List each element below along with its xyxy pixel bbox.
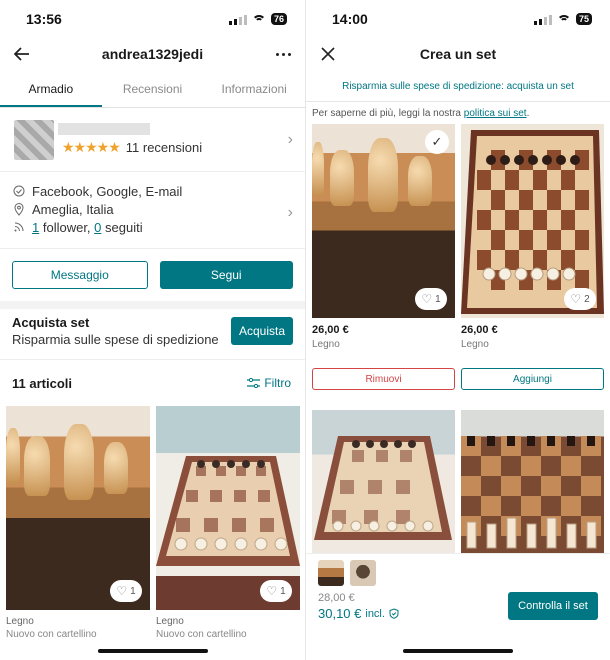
following-label: seguiti — [101, 219, 143, 235]
heart-icon: ♡ — [266, 584, 278, 598]
item-brand: Legno — [6, 616, 34, 627]
follow-button[interactable]: Segui — [159, 261, 293, 289]
total-price: 30,10 € — [318, 606, 362, 621]
remove-button[interactable]: Rimuovi — [312, 368, 455, 390]
page-title: Crea un set — [419, 46, 497, 62]
filter-label: Filtro — [264, 376, 291, 390]
item-condition: Nuovo con cartellino — [6, 629, 97, 637]
verified-accounts: Facebook, Google, E-mail — [32, 183, 183, 199]
location-text: Ameglia, Italia — [32, 201, 114, 217]
bundle-item-card[interactable] — [461, 410, 604, 558]
item-brand: Legno — [461, 339, 489, 350]
item-price: 26,00 € — [312, 324, 349, 336]
favourite-button[interactable]: ♡ 1 — [260, 580, 292, 602]
followers-link[interactable]: 1 — [32, 220, 39, 235]
bundle-item-card[interactable] — [312, 410, 455, 558]
item-price: 26,00 € — [461, 324, 498, 336]
item-photo[interactable]: ♡ 1 — [6, 406, 150, 610]
review-bundle-button[interactable]: Controlla il set — [508, 592, 598, 620]
avatar — [14, 119, 54, 160]
bundle-header: Crea un set — [306, 38, 610, 70]
item-photo[interactable]: ✓ ♡ 1 — [312, 124, 455, 318]
home-indicator — [403, 649, 513, 653]
status-time: 13:56 — [26, 11, 62, 27]
message-button[interactable]: Messaggio — [12, 261, 148, 289]
promo-banner: Risparmia sulle spese di spedizione: acq… — [306, 72, 610, 102]
bundle-policy-link[interactable]: politica sui set — [464, 108, 527, 119]
close-icon[interactable] — [316, 42, 340, 66]
selected-item-thumbnail — [350, 560, 376, 586]
location-pin-icon — [12, 202, 26, 216]
signal-icon — [228, 14, 247, 25]
create-bundle-screen: 14:00 75 Crea un set Risparmia sulle spe… — [305, 0, 610, 660]
bundle-items-grid: ✓ ♡ 1 26,00 € Legno Rimuovi ♡ 2 26,00 € … — [306, 124, 610, 558]
item-card[interactable]: ♡ 1 Legno Nuovo con cartellino — [6, 406, 150, 637]
heart-icon: ♡ — [570, 292, 582, 306]
bundle-banner: Acquista set Risparmia sulle spese di sp… — [0, 309, 305, 360]
tab-informazioni[interactable]: Informazioni — [203, 72, 305, 107]
filter-button[interactable]: Filtro — [247, 376, 291, 390]
back-arrow-icon[interactable] — [10, 42, 34, 66]
status-time: 14:00 — [332, 11, 368, 27]
item-photo[interactable] — [312, 410, 455, 558]
battery-icon: 76 — [270, 13, 287, 25]
wifi-icon — [556, 14, 571, 25]
profile-details[interactable]: Facebook, Google, E-mail Ameglia, Italia… — [0, 172, 305, 249]
battery-icon: 75 — [575, 13, 592, 25]
item-brand: Legno — [312, 339, 340, 350]
item-card[interactable]: ♡ 1 Legno Nuovo con cartellino — [156, 406, 300, 637]
following-link[interactable]: 0 — [94, 220, 101, 235]
more-icon[interactable] — [271, 42, 295, 66]
item-photo[interactable]: ♡ 1 — [156, 406, 300, 610]
add-button[interactable]: Aggiungi — [461, 368, 604, 390]
item-photo[interactable] — [461, 410, 604, 558]
check-circle-icon — [12, 185, 26, 197]
favourite-button[interactable]: ♡ 1 — [415, 288, 447, 310]
info-text: Per saperne di più, leggi la nostra poli… — [312, 108, 530, 119]
tab-recensioni[interactable]: Recensioni — [102, 72, 204, 107]
status-bar: 13:56 76 — [0, 0, 305, 38]
chevron-right-icon: › — [287, 204, 293, 221]
buy-bundle-button[interactable]: Acquista — [231, 317, 293, 345]
chevron-right-icon: › — [287, 130, 293, 148]
shield-icon — [389, 608, 399, 619]
profile-header: andrea1329jedi — [0, 38, 305, 70]
favourite-button[interactable]: ♡ 2 — [564, 288, 596, 310]
bundle-title: Acquista set — [12, 315, 90, 330]
item-condition: Nuovo con cartellino — [156, 629, 247, 637]
bundle-footer: 28,00 € 30,10 € incl. Controlla il set — [306, 553, 610, 633]
heart-icon: ♡ — [116, 584, 128, 598]
incl-label: incl. — [365, 607, 385, 620]
status-bar: 14:00 75 — [306, 0, 610, 38]
home-indicator — [97, 649, 208, 653]
favourite-button[interactable]: ♡ 1 — [110, 580, 142, 602]
tab-armadio[interactable]: Armadio — [0, 72, 102, 107]
profile-tabs: Armadio Recensioni Informazioni — [0, 72, 305, 108]
followers-label: follower, — [39, 219, 95, 235]
page-title: andrea1329jedi — [101, 46, 204, 62]
reviews-count: 11 recensioni — [125, 140, 203, 155]
item-brand: Legno — [156, 616, 184, 627]
selected-item-thumbnail — [318, 560, 344, 586]
heart-icon: ♡ — [421, 292, 433, 306]
signal-icon — [533, 14, 552, 25]
item-photo[interactable]: ♡ 2 — [461, 124, 604, 318]
bundle-subtitle: Risparmia sulle spese di spedizione — [12, 332, 219, 347]
wifi-icon — [251, 14, 266, 25]
bundle-item-card[interactable]: ✓ ♡ 1 26,00 € Legno Rimuovi — [312, 124, 455, 404]
rating-stars: ★★★★★ — [62, 139, 121, 155]
articles-count: 11 articoli — [12, 375, 72, 391]
bundle-item-card[interactable]: ♡ 2 26,00 € Legno Aggiungi — [461, 124, 604, 404]
profile-summary[interactable]: ★★★★★ 11 recensioni › — [0, 108, 305, 172]
selected-check-icon: ✓ — [425, 130, 449, 154]
rss-icon — [12, 221, 26, 233]
items-grid: ♡ 1 Legno Nuovo con cartellino ♡ 1 Legno… — [0, 406, 305, 637]
blurred-username — [58, 123, 150, 135]
filter-icon — [247, 378, 261, 388]
profile-screen: 13:56 76 andrea1329jedi Armadio Recensio… — [0, 0, 305, 660]
